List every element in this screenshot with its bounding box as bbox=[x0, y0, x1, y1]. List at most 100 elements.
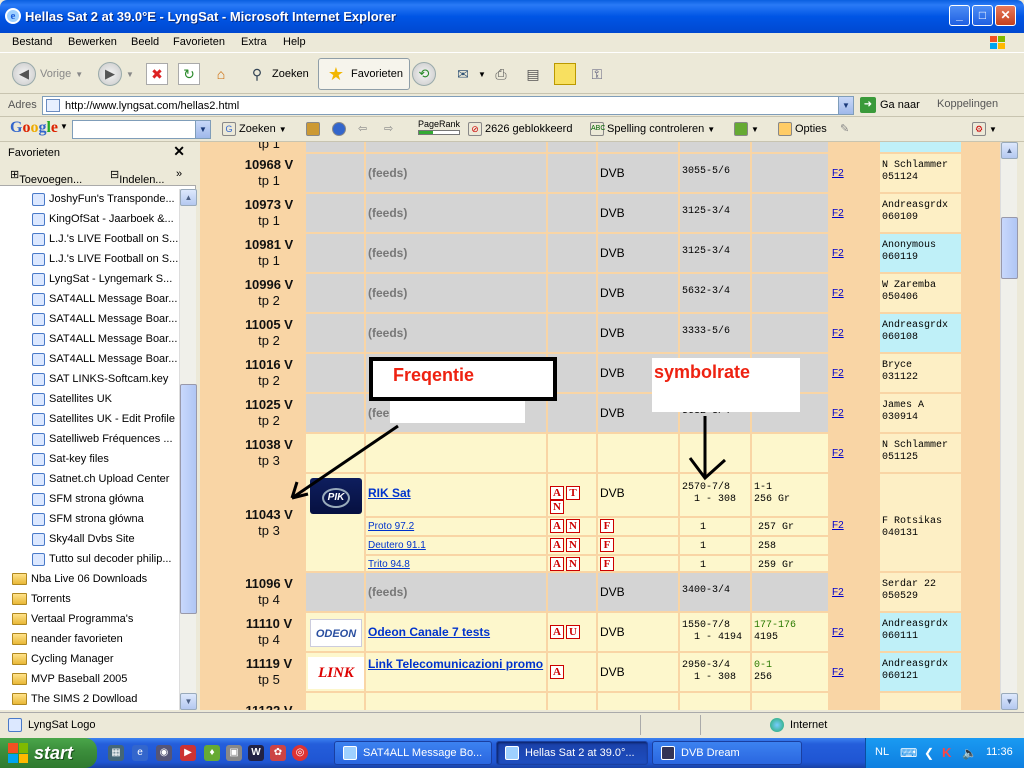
favorites-link[interactable]: SAT4ALL Message Boar... bbox=[0, 309, 179, 329]
favorites-link[interactable]: SFM strona główna bbox=[0, 489, 179, 509]
channel-link[interactable]: Link Telecomunicazioni promo bbox=[368, 657, 543, 672]
source-link[interactable]: F2 bbox=[832, 248, 844, 259]
task-sat4all[interactable]: SAT4ALL Message Bo... bbox=[334, 741, 492, 765]
minimize-button[interactable]: _ bbox=[949, 5, 970, 26]
google-search-button[interactable]: G Zoeken ▼ bbox=[222, 122, 287, 136]
pagerank[interactable]: PageRank bbox=[418, 119, 460, 135]
favorites-link[interactable]: KingOfSat - Jaarboek &... bbox=[0, 209, 179, 229]
google-news-button[interactable] bbox=[306, 122, 320, 136]
app-icon[interactable]: ▣ bbox=[226, 745, 242, 761]
mail-button[interactable]: ✉ ▼ bbox=[452, 58, 486, 90]
source-link[interactable]: F2 bbox=[832, 208, 844, 219]
start-button[interactable]: start bbox=[0, 738, 97, 768]
favorites-link[interactable]: L.J.'s LIVE Football on S... bbox=[0, 229, 179, 249]
menu-favorieten[interactable]: Favorieten bbox=[173, 36, 225, 48]
links-button[interactable]: Koppelingen bbox=[937, 98, 998, 110]
scroll-down-icon[interactable]: ▼ bbox=[180, 693, 197, 710]
menu-help[interactable]: Help bbox=[283, 36, 306, 48]
menu-bestand[interactable]: Bestand bbox=[12, 36, 52, 48]
print-button[interactable]: ⎙ bbox=[490, 58, 512, 90]
scroll-up-icon[interactable]: ▲ bbox=[180, 189, 197, 206]
discuss-button[interactable] bbox=[554, 58, 576, 90]
home-button[interactable]: ⌂ bbox=[210, 58, 232, 90]
favorites-folder[interactable]: MVP Baseball 2005 bbox=[0, 669, 179, 689]
discuss-dropdown[interactable]: ⚙ ▼ bbox=[972, 122, 997, 136]
stop-button[interactable]: ✖ bbox=[146, 58, 168, 90]
edit-button[interactable]: ▤ bbox=[522, 58, 544, 90]
subchannel-link[interactable]: Trito 94.8 bbox=[368, 559, 410, 570]
more-icon[interactable]: » bbox=[176, 168, 182, 180]
favorites-link[interactable]: L.J.'s LIVE Football on S... bbox=[0, 249, 179, 269]
spellcheck-button[interactable]: ABC Spelling controleren ▼ bbox=[590, 122, 715, 136]
favorites-link[interactable]: Satellites UK bbox=[0, 389, 179, 409]
keyboard-icon[interactable]: ⌨ bbox=[900, 746, 917, 760]
source-link[interactable]: F2 bbox=[832, 448, 844, 459]
google-dropdown-button[interactable]: ▼ bbox=[195, 121, 210, 138]
task-hellas-sat[interactable]: Hellas Sat 2 at 39.0°... bbox=[496, 741, 648, 765]
scroll-thumb[interactable] bbox=[180, 384, 197, 614]
google-globe-button[interactable] bbox=[332, 122, 346, 136]
scroll-up-icon[interactable]: ▲ bbox=[1001, 142, 1018, 159]
favorites-scrollbar[interactable]: ▲ ▼ bbox=[179, 189, 197, 710]
favorites-link[interactable]: Sat-key files bbox=[0, 449, 179, 469]
autofill-button[interactable]: ▼ bbox=[734, 122, 759, 136]
back-button[interactable]: ◀ Vorige ▼ bbox=[12, 58, 83, 90]
scroll-down-icon[interactable]: ▼ bbox=[1001, 693, 1018, 710]
favorites-link[interactable]: SAT LINKS-Softcam.key bbox=[0, 369, 179, 389]
highlight-button[interactable]: ✎ bbox=[840, 122, 849, 135]
source-link[interactable]: F2 bbox=[832, 627, 844, 638]
menu-extra[interactable]: Extra bbox=[241, 36, 267, 48]
ie-icon[interactable]: e bbox=[132, 745, 148, 761]
menu-beeld[interactable]: Beeld bbox=[131, 36, 159, 48]
menu-bewerken[interactable]: Bewerken bbox=[68, 36, 117, 48]
kaspersky-icon[interactable]: K bbox=[942, 745, 951, 760]
favorites-link[interactable]: Sky4all Dvbs Site bbox=[0, 529, 179, 549]
app-icon[interactable]: ✿ bbox=[270, 745, 286, 761]
chevron-down-icon[interactable]: ▼ bbox=[60, 122, 68, 131]
source-link[interactable]: F2 bbox=[832, 587, 844, 598]
media-icon[interactable]: ◉ bbox=[156, 745, 172, 761]
channel-link[interactable]: RIK Sat bbox=[368, 486, 411, 501]
chevron-left-icon[interactable]: ❮ bbox=[924, 746, 934, 760]
favorites-link[interactable]: LyngSat - Lyngemark S... bbox=[0, 269, 179, 289]
task-dvb-dream[interactable]: DVB Dream bbox=[652, 741, 802, 765]
research-button[interactable]: ⚿ bbox=[586, 58, 608, 90]
page-scrollbar[interactable]: ▲ ▼ bbox=[1000, 142, 1018, 710]
subchannel-link[interactable]: Proto 97.2 bbox=[368, 521, 414, 532]
desktop-icon[interactable]: ▦ bbox=[108, 745, 124, 761]
favorites-link[interactable]: JoshyFun's Transponde... bbox=[0, 189, 179, 209]
app-icon[interactable]: ◎ bbox=[292, 745, 308, 761]
source-link[interactable]: F2 bbox=[832, 288, 844, 299]
close-button[interactable]: ✕ bbox=[995, 5, 1016, 26]
favorites-folder[interactable]: neander favorieten bbox=[0, 629, 179, 649]
player-icon[interactable]: ▶ bbox=[180, 745, 196, 761]
favorites-link[interactable]: Satnet.ch Upload Center bbox=[0, 469, 179, 489]
favorites-folder[interactable]: Vertaal Programma's bbox=[0, 609, 179, 629]
word-icon[interactable]: W bbox=[248, 745, 264, 761]
title-bar[interactable]: e Hellas Sat 2 at 39.0°E - LyngSat - Mic… bbox=[0, 0, 1024, 33]
source-link[interactable]: F2 bbox=[832, 520, 844, 531]
address-input[interactable]: http://www.lyngsat.com/hellas2.html ▼ bbox=[42, 96, 854, 115]
subchannel-link[interactable]: Deutero 91.1 bbox=[368, 540, 426, 551]
favorites-button[interactable]: ★ Favorieten bbox=[318, 58, 410, 90]
favorites-link[interactable]: Satelliweb Fréquences ... bbox=[0, 429, 179, 449]
favorites-link[interactable]: SAT4ALL Message Boar... bbox=[0, 349, 179, 369]
favorites-link[interactable]: Tutto sul decoder philip... bbox=[0, 549, 179, 569]
search-button[interactable]: ⚲ Zoeken bbox=[246, 58, 309, 90]
google-logo[interactable]: Google bbox=[10, 119, 58, 137]
favorites-link[interactable]: SFM strona główna bbox=[0, 509, 179, 529]
favorites-link[interactable]: SAT4ALL Message Boar... bbox=[0, 329, 179, 349]
app-icon[interactable]: ♦ bbox=[204, 745, 220, 761]
google-search-input[interactable]: ▼ bbox=[72, 120, 211, 139]
favorites-folder[interactable]: Torrents bbox=[0, 589, 179, 609]
maximize-button[interactable]: □ bbox=[972, 5, 993, 26]
go-button[interactable]: ➜ Ga naar bbox=[860, 97, 920, 113]
favorites-link[interactable]: SAT4ALL Message Boar... bbox=[0, 289, 179, 309]
address-dropdown-button[interactable]: ▼ bbox=[838, 97, 853, 114]
favorites-folder[interactable]: Nba Live 06 Downloads bbox=[0, 569, 179, 589]
refresh-button[interactable]: ↻ bbox=[178, 58, 200, 90]
source-link[interactable]: F2 bbox=[832, 408, 844, 419]
options-button[interactable]: Opties bbox=[778, 122, 827, 136]
source-link[interactable]: F2 bbox=[832, 328, 844, 339]
close-icon[interactable]: ✕ bbox=[173, 143, 185, 160]
